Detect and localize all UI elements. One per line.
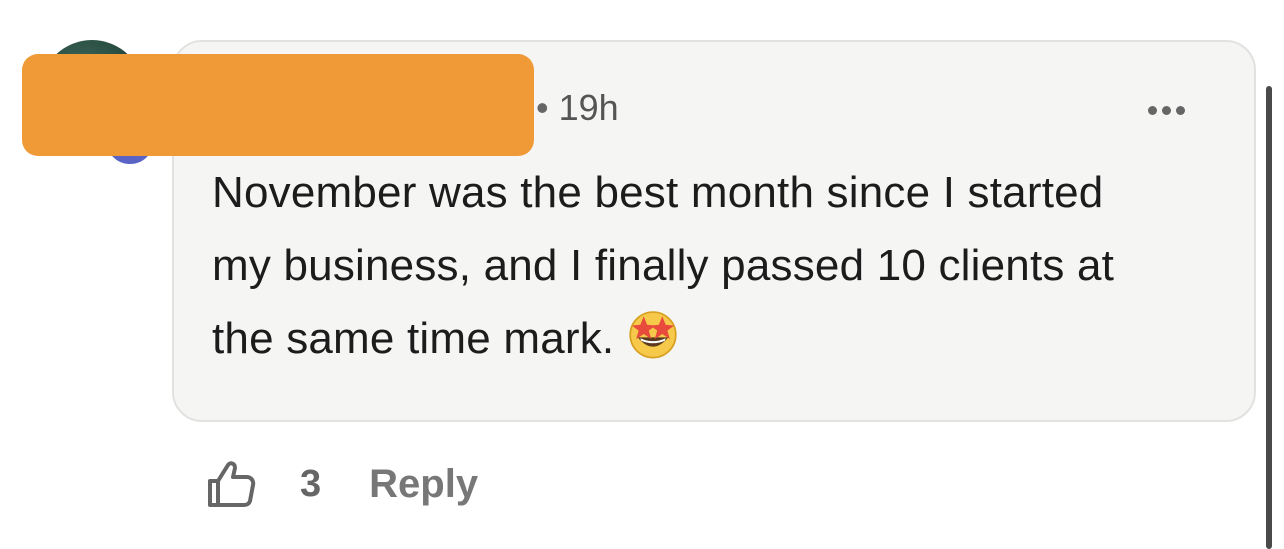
comment-line-text: the same time mark.	[212, 314, 615, 363]
more-options-button[interactable]	[1136, 92, 1196, 128]
thumbs-up-icon	[208, 461, 256, 507]
star-struck-emoji-icon	[629, 311, 677, 359]
comment-timestamp: 19h	[558, 87, 619, 128]
comment-meta: • 19h	[536, 86, 619, 130]
comment-actions: 3 Reply	[204, 456, 478, 512]
scrollbar[interactable]	[1266, 86, 1272, 549]
comment-line: the same time mark.	[212, 302, 1222, 375]
more-dot-icon	[1161, 105, 1171, 115]
comment-body: November was the best month since I star…	[212, 156, 1222, 375]
comment-line: November was the best month since I star…	[212, 168, 1104, 217]
author-name-redaction	[22, 54, 534, 156]
more-dot-icon	[1147, 105, 1157, 115]
comment-screen: • 19h November was the best month since I…	[0, 0, 1284, 549]
reply-button[interactable]: Reply	[369, 456, 478, 512]
like-count: 3	[300, 463, 322, 505]
like-button[interactable]: 3	[204, 456, 321, 512]
comment-line: my business, and I finally passed 10 cli…	[212, 241, 1115, 290]
more-dot-icon	[1175, 105, 1185, 115]
meta-separator: •	[536, 87, 549, 128]
